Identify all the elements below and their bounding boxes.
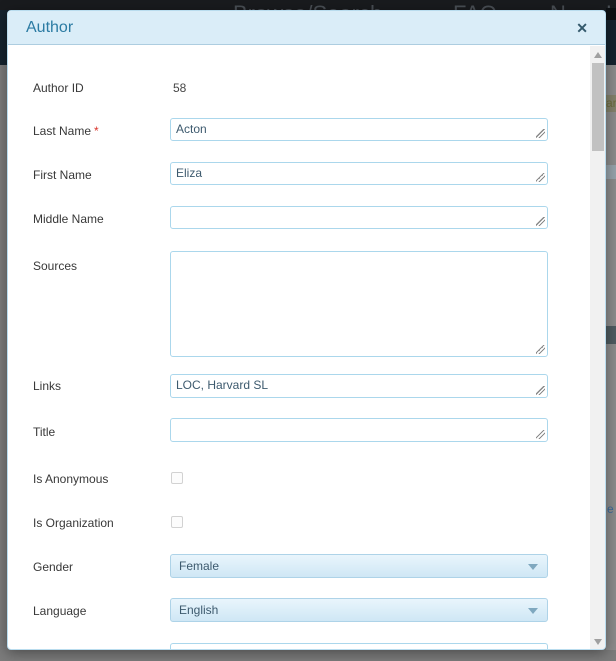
chevron-down-icon [528,564,538,570]
nav-item-faq: FAQ [453,1,497,10]
page: Browse/Search FAQ N Li ar e Author ✕ Aut… [0,0,616,661]
sources-textarea[interactable] [170,251,548,357]
scrollbar-down-arrow-icon[interactable] [594,639,602,645]
background-page-left [0,65,7,661]
dialog-title: Author [26,11,73,45]
nav-item-clipped: N [550,1,566,10]
first-name-input[interactable]: Eliza [170,162,548,185]
background-row-band [606,165,616,179]
background-nav-bar: Browse/Search FAQ N Li [0,0,616,10]
first-name-field-wrap: Eliza [170,162,548,185]
is-anonymous-checkbox[interactable] [171,472,183,484]
first-name-label: First Name [33,168,92,182]
language-label: Language [33,604,86,618]
middle-name-field-wrap [170,206,548,229]
scrollbar[interactable] [590,46,606,650]
is-anonymous-label: Is Anonymous [33,472,108,486]
gender-select[interactable]: Female [170,554,548,578]
background-text-fragment: ar [606,96,616,110]
nav-item-browse-search: Browse/Search [233,1,382,10]
gender-select-value: Female [179,555,219,577]
is-organization-label: Is Organization [33,516,114,530]
is-organization-checkbox[interactable] [171,516,183,528]
links-input[interactable]: LOC, Harvard SL [170,374,548,398]
background-nav-block [606,8,616,20]
scrollbar-up-arrow-icon[interactable] [594,52,602,58]
resize-grip-icon[interactable] [536,345,545,354]
author-id-value: 58 [173,81,186,95]
resize-grip-icon[interactable] [536,430,545,439]
background-page-bottom [0,650,616,661]
last-name-label-text: Last Name [33,124,91,138]
dialog-header: Author ✕ [8,11,605,45]
required-asterisk: * [94,124,99,138]
title-field-wrap [170,418,548,442]
title-input[interactable] [170,418,548,442]
middle-name-input[interactable] [170,206,548,229]
links-field-wrap: LOC, Harvard SL [170,374,548,398]
sources-label: Sources [33,259,77,273]
resize-grip-icon[interactable] [536,129,545,138]
language-select[interactable]: English [170,598,548,622]
links-label: Links [33,379,61,393]
language-select-value: English [179,599,218,621]
sources-field-wrap [170,251,548,357]
next-field-partial[interactable] [170,643,548,650]
author-id-label: Author ID [33,81,84,95]
resize-grip-icon[interactable] [536,217,545,226]
background-row-band [606,326,616,344]
last-name-field-wrap: Acton [170,118,548,141]
resize-grip-icon[interactable] [536,173,545,182]
background-text-fragment: e [607,502,614,516]
last-name-input[interactable]: Acton [170,118,548,141]
close-icon[interactable]: ✕ [572,11,592,45]
middle-name-label: Middle Name [33,212,104,226]
title-label: Title [33,425,55,439]
resize-grip-icon[interactable] [536,386,545,395]
background-page-right: ar e [606,65,616,661]
chevron-down-icon [528,608,538,614]
author-dialog: Author ✕ Author ID 58 Last Name* Acton F… [7,10,606,650]
scrollbar-thumb[interactable] [592,63,604,151]
last-name-label: Last Name* [33,124,99,138]
gender-label: Gender [33,560,73,574]
